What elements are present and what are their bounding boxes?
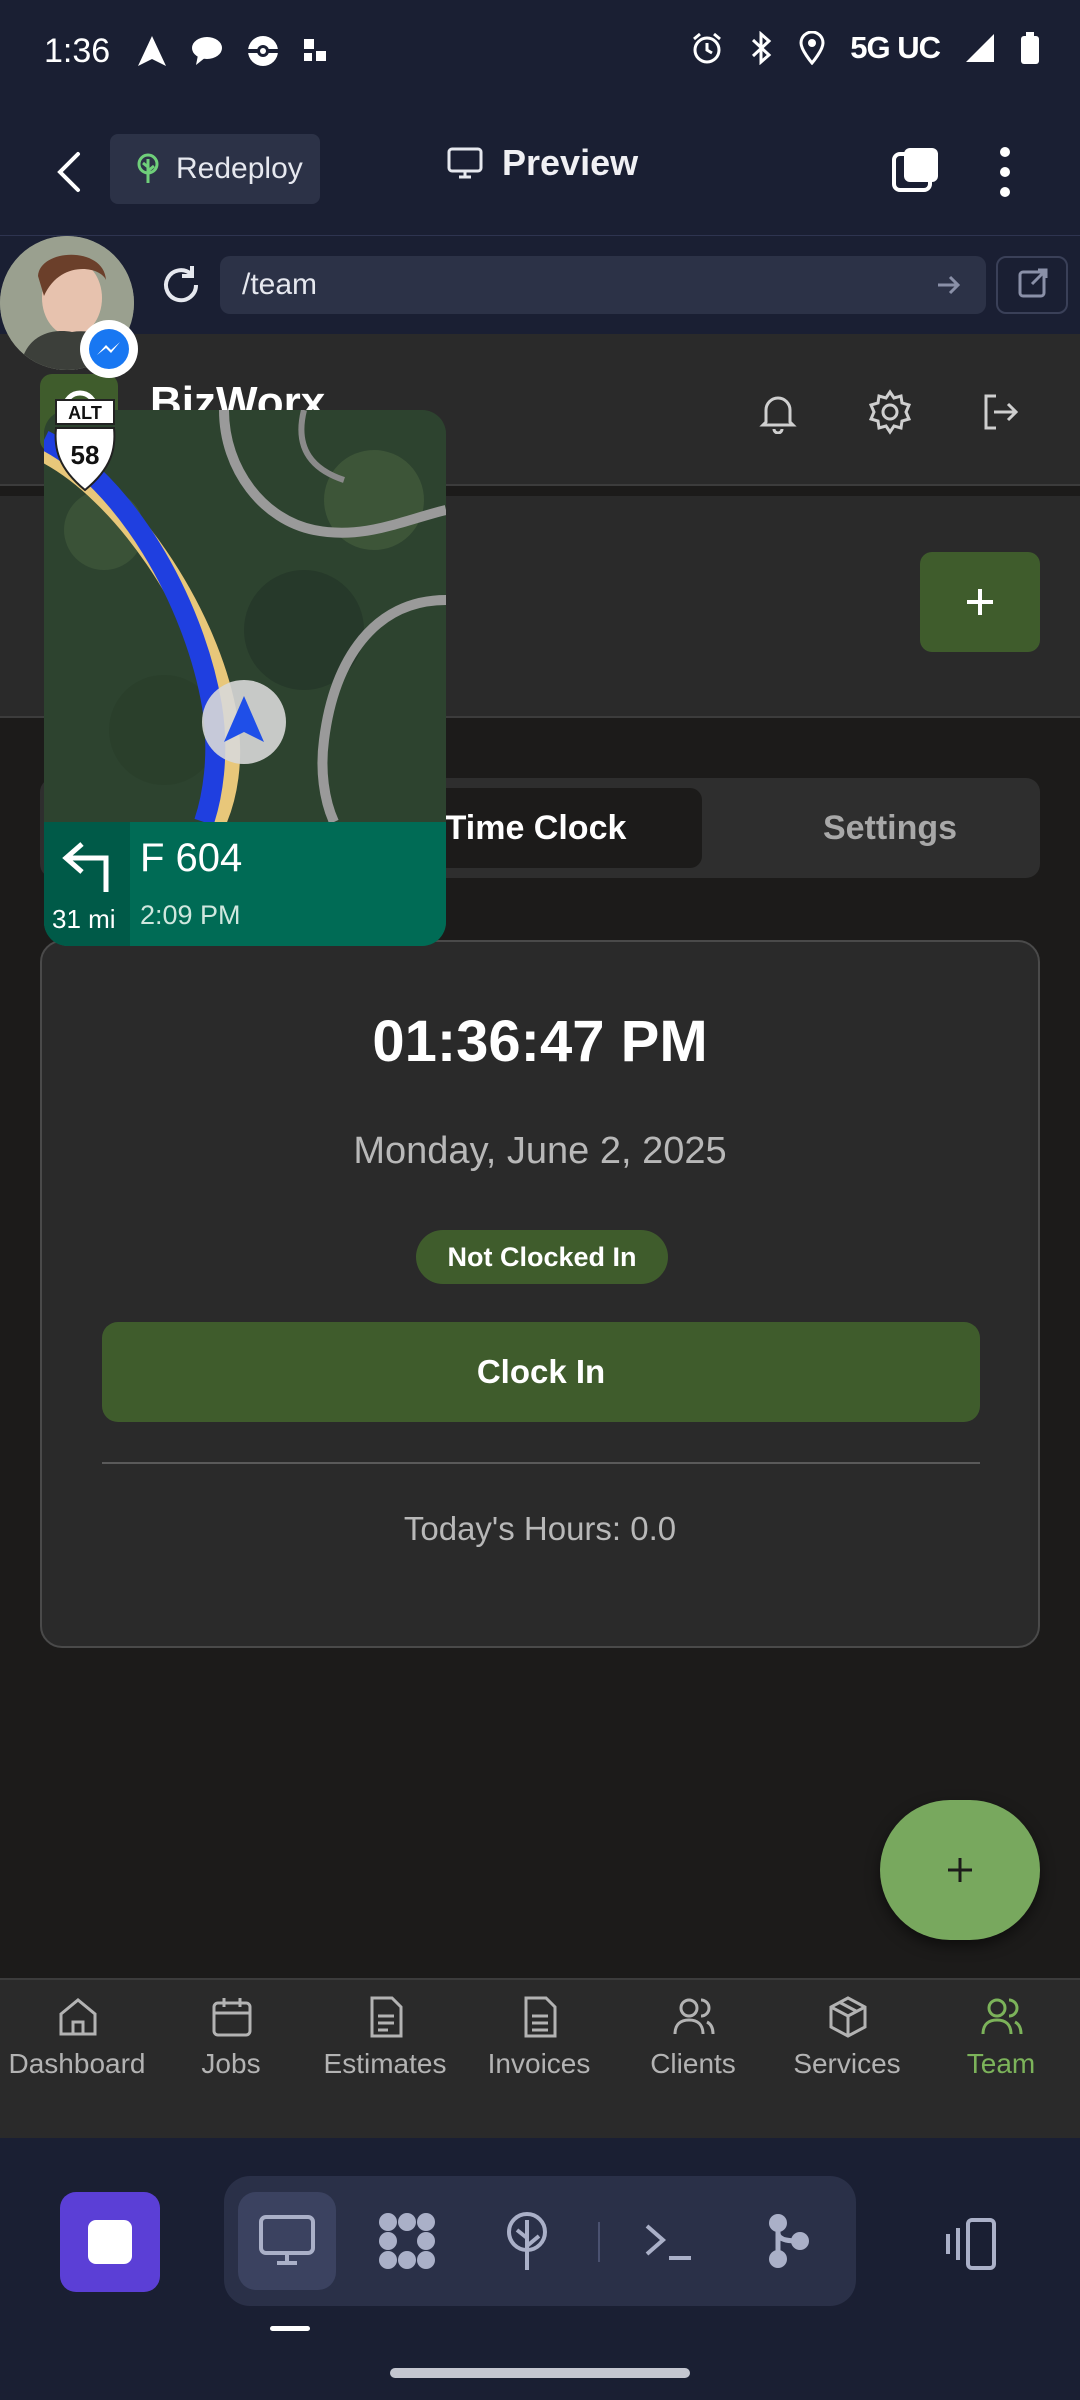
more-menu-icon[interactable] bbox=[990, 144, 1020, 200]
nav-label: Estimates bbox=[323, 2048, 447, 2079]
app-notification-icon bbox=[304, 39, 326, 61]
nav-estimates[interactable]: Estimates bbox=[308, 1980, 462, 2140]
preview-title: Preview bbox=[446, 142, 638, 184]
status-badge: Not Clocked In bbox=[416, 1230, 668, 1284]
tree-icon bbox=[137, 153, 159, 183]
road-name: F 604 bbox=[140, 836, 243, 880]
monitor-icon bbox=[447, 147, 483, 179]
nav-label: Clients bbox=[650, 2048, 736, 2079]
nav-team[interactable]: Team bbox=[924, 1980, 1078, 2140]
dock-terminal[interactable] bbox=[620, 2192, 718, 2290]
chat-bubble-icon bbox=[192, 37, 222, 65]
bottom-nav: Dashboard Jobs Estimates Invoices Client… bbox=[0, 1978, 1080, 2138]
nav-label: Team bbox=[966, 2048, 1036, 2079]
nav-label: Services bbox=[793, 2048, 901, 2079]
logout-icon[interactable] bbox=[978, 390, 1022, 434]
alarm-icon bbox=[693, 32, 722, 64]
dock-active-indicator bbox=[270, 2326, 310, 2331]
redeploy-label: Redeploy bbox=[176, 152, 303, 185]
floating-add-button[interactable] bbox=[880, 1800, 1040, 1940]
package-icon bbox=[829, 1996, 867, 2038]
gesture-bar[interactable] bbox=[390, 2368, 690, 2378]
system-taskbar bbox=[0, 2138, 1080, 2400]
us-route-shield-icon: ALT 58 bbox=[54, 399, 116, 492]
turn-left-icon bbox=[62, 842, 109, 892]
nav-services[interactable]: Services bbox=[770, 1980, 924, 2140]
stop-app-button[interactable] bbox=[60, 2192, 160, 2292]
messenger-icon bbox=[89, 329, 129, 369]
eta-time: 2:09 PM bbox=[140, 900, 241, 930]
navigation-arrow-icon bbox=[138, 36, 166, 66]
battery-icon bbox=[1021, 32, 1039, 64]
tab-settings[interactable]: Settings bbox=[740, 788, 1040, 868]
open-external-button[interactable] bbox=[996, 256, 1068, 314]
current-time: 01:36:47 PM bbox=[372, 1009, 708, 1074]
terminal-icon bbox=[645, 2224, 691, 2260]
nav-invoices[interactable]: Invoices bbox=[462, 1980, 616, 2140]
git-branch-icon bbox=[769, 2214, 809, 2268]
nav-jobs[interactable]: Jobs bbox=[154, 1980, 308, 2140]
time-clock-card: 01:36:47 PM Monday, June 2, 2025 Not Clo… bbox=[40, 940, 1040, 1648]
flower-grid-icon bbox=[379, 2213, 435, 2269]
tabs-icon[interactable] bbox=[890, 144, 942, 196]
nav-label: Dashboard bbox=[8, 2048, 146, 2079]
network-type: 5G UC bbox=[850, 30, 941, 65]
messenger-badge bbox=[80, 320, 138, 378]
nav-label: Jobs bbox=[201, 2048, 261, 2079]
plus-icon bbox=[967, 589, 993, 615]
back-arrow-icon[interactable] bbox=[50, 148, 90, 196]
status-time: 1:36 bbox=[44, 32, 111, 70]
bell-icon[interactable] bbox=[756, 390, 800, 434]
turn-indicator: 31 mi bbox=[44, 822, 130, 946]
add-member-button[interactable] bbox=[920, 552, 1040, 652]
monitor-icon bbox=[259, 2215, 315, 2265]
app-header: Redeploy Preview bbox=[0, 108, 1080, 236]
team-icon bbox=[981, 1998, 1023, 2035]
location-icon bbox=[799, 31, 825, 65]
calendar-icon bbox=[212, 1998, 252, 2037]
shield-top-text: ALT bbox=[68, 403, 102, 423]
users-icon bbox=[673, 1998, 715, 2035]
current-date: Monday, June 2, 2025 bbox=[353, 1130, 727, 1172]
external-link-icon bbox=[1018, 268, 1048, 298]
shield-number-text: 58 bbox=[71, 440, 100, 470]
dock-git[interactable] bbox=[740, 2192, 838, 2290]
document-icon bbox=[370, 1996, 403, 2038]
url-path: /team bbox=[242, 268, 318, 301]
invoice-icon bbox=[524, 1996, 557, 2038]
dock-separator bbox=[598, 2222, 600, 2262]
preview-label: Preview bbox=[502, 142, 639, 183]
dock-deploy[interactable] bbox=[478, 2192, 576, 2290]
todays-hours: Today's Hours: 0.0 bbox=[403, 1510, 677, 1547]
split-screen-icon[interactable] bbox=[940, 2214, 1000, 2274]
route-shield: ALT 58 bbox=[50, 398, 120, 494]
stop-icon bbox=[88, 2220, 132, 2264]
signal-icon bbox=[966, 34, 994, 62]
bluetooth-icon bbox=[752, 31, 772, 65]
arrow-right-icon[interactable] bbox=[934, 270, 964, 300]
pokeball-icon bbox=[248, 36, 278, 66]
dock-apps[interactable] bbox=[358, 2192, 456, 2290]
status-bar: 1:36 5G UC bbox=[0, 0, 1080, 108]
deploy-tree-icon bbox=[507, 2212, 547, 2270]
plus-icon bbox=[948, 1858, 972, 1882]
dock bbox=[224, 2176, 856, 2306]
turn-banner: 31 mi F 604 2:09 PM bbox=[44, 822, 446, 946]
nav-dashboard[interactable]: Dashboard bbox=[0, 1980, 154, 2140]
nav-label: Invoices bbox=[487, 2048, 591, 2079]
gear-icon[interactable] bbox=[866, 388, 914, 436]
home-icon bbox=[59, 1998, 97, 2036]
url-row: /team bbox=[0, 236, 1080, 334]
turn-distance: 31 mi bbox=[52, 904, 116, 934]
dock-preview[interactable] bbox=[238, 2192, 336, 2290]
divider bbox=[102, 1462, 980, 1464]
clock-in-button[interactable]: Clock In bbox=[102, 1322, 980, 1422]
nav-clients[interactable]: Clients bbox=[616, 1980, 770, 2140]
redeploy-button[interactable]: Redeploy bbox=[110, 134, 320, 204]
reload-icon[interactable] bbox=[158, 262, 204, 308]
url-bar[interactable]: /team bbox=[220, 256, 986, 314]
